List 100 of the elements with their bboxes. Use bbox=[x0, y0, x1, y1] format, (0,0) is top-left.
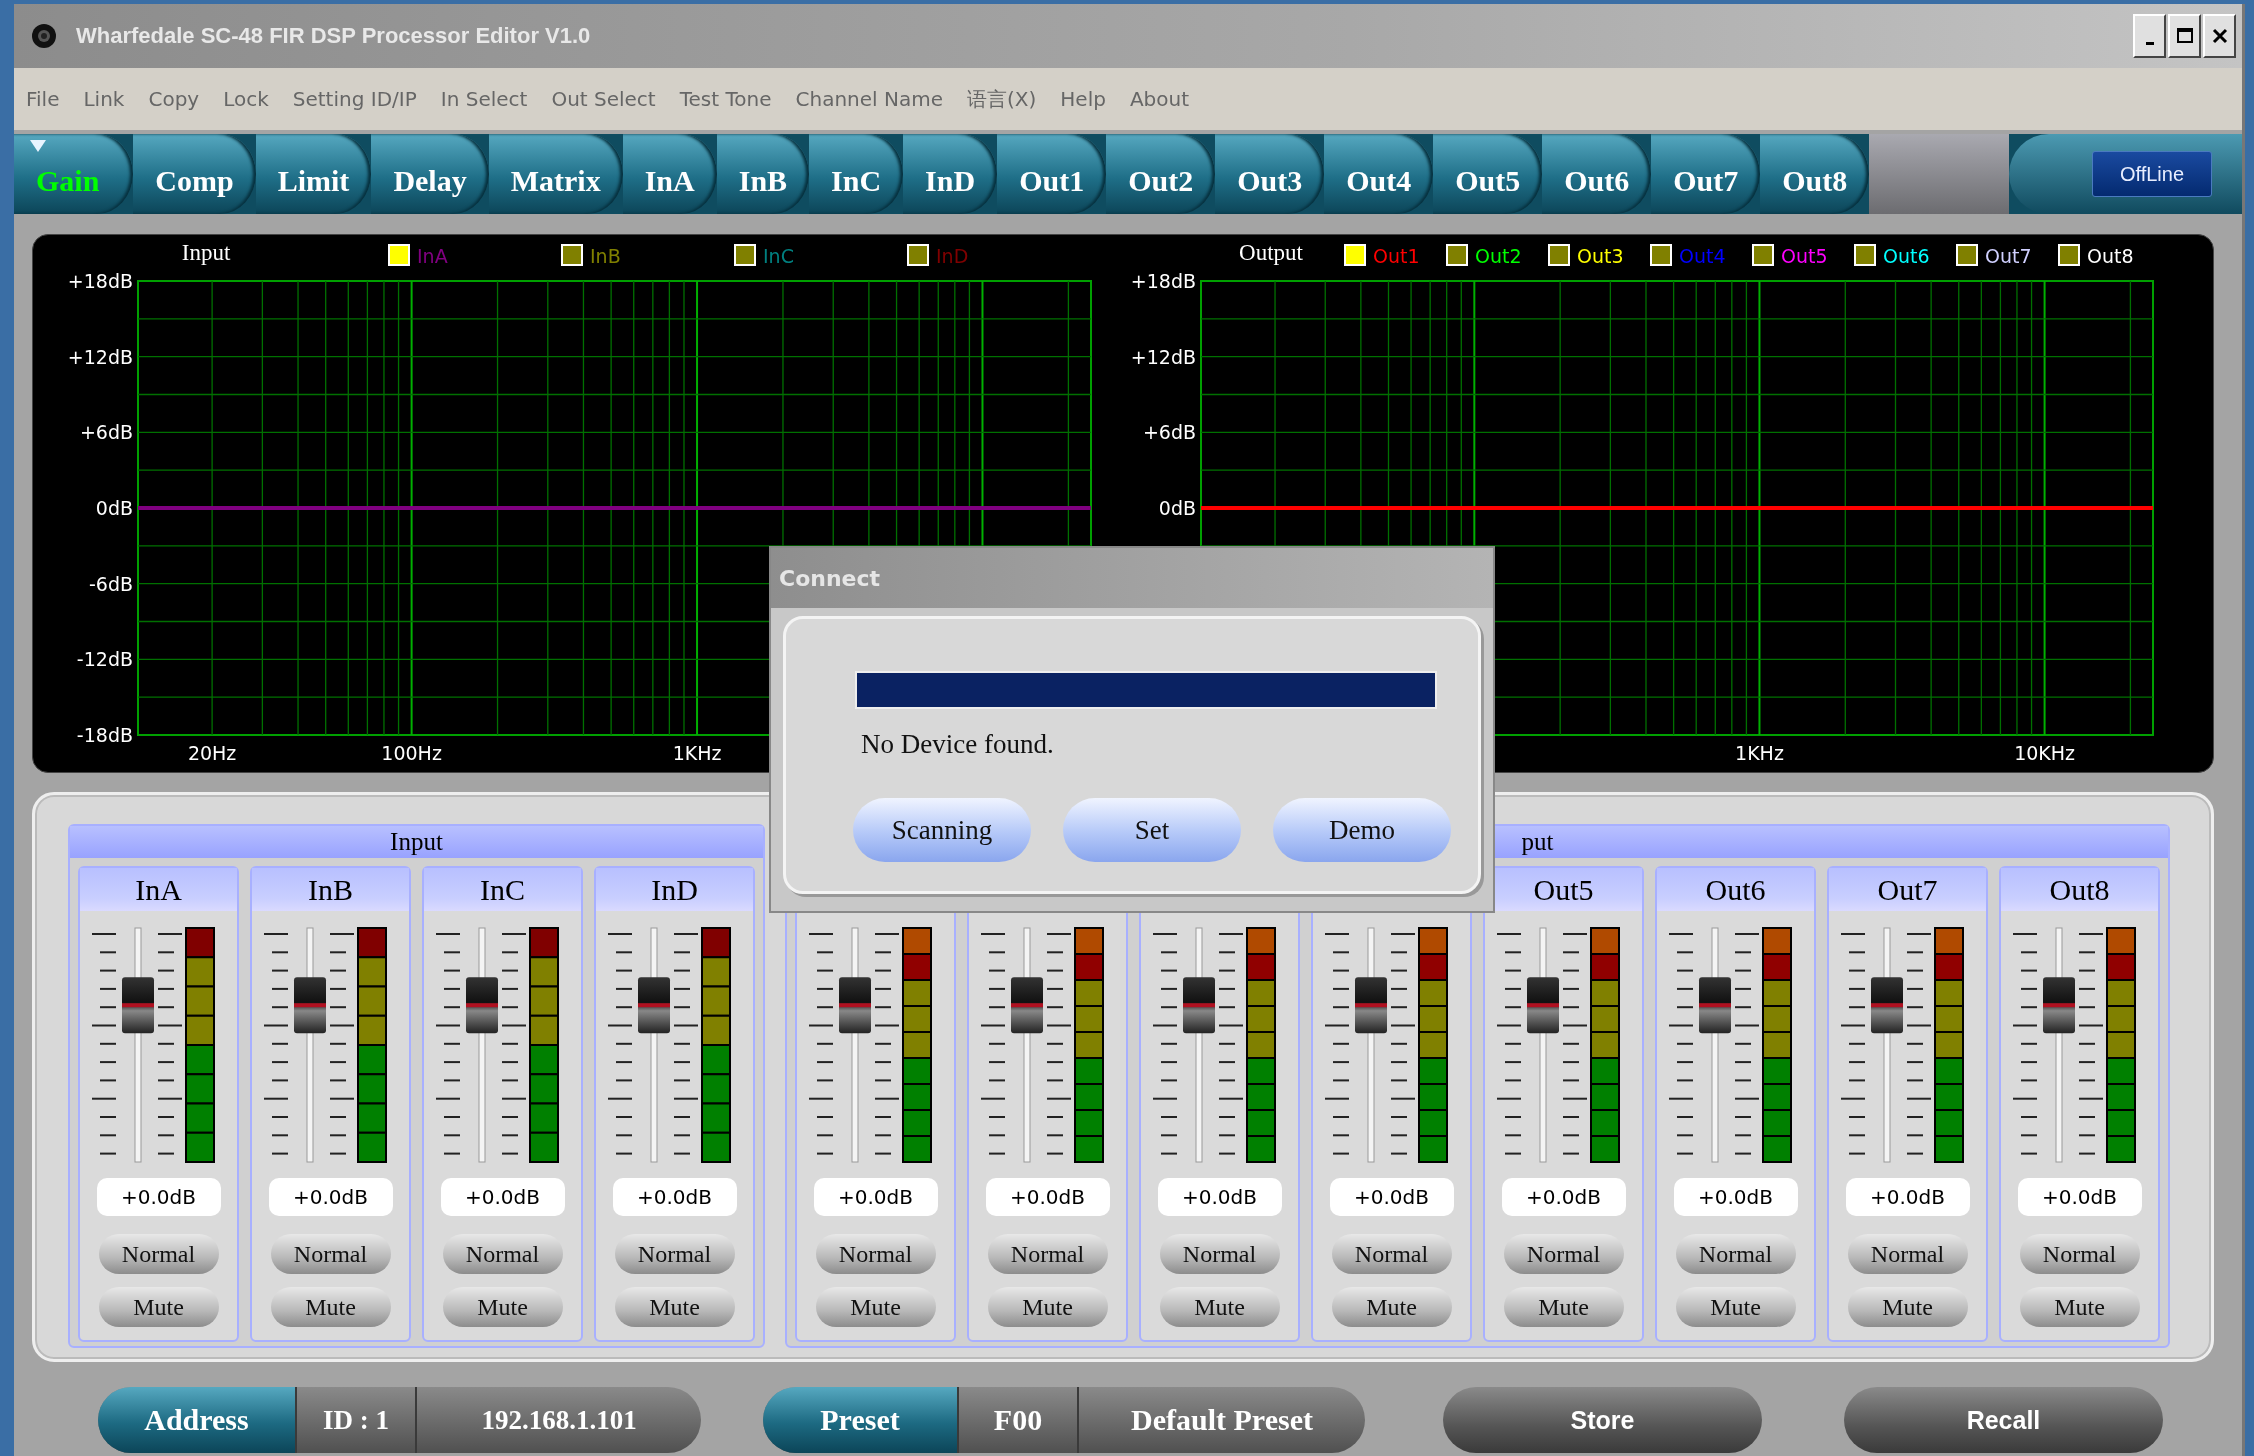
tab[interactable]: Out3 bbox=[1215, 134, 1325, 214]
gain-value-field[interactable]: +0.0dB bbox=[813, 1178, 938, 1216]
fader-track[interactable] bbox=[2043, 927, 2075, 1163]
dialog-button[interactable]: Set bbox=[1063, 798, 1241, 862]
legend-checkbox[interactable] bbox=[1956, 244, 1978, 266]
tab[interactable]: Out7 bbox=[1651, 134, 1761, 214]
tab[interactable]: Out2 bbox=[1106, 134, 1216, 214]
minimize-button[interactable] bbox=[2133, 14, 2166, 58]
fader-track[interactable] bbox=[294, 927, 326, 1163]
mute-button[interactable]: Mute bbox=[1159, 1287, 1280, 1327]
legend-checkbox[interactable] bbox=[1854, 244, 1876, 266]
fader-track[interactable] bbox=[122, 927, 154, 1163]
polarity-button[interactable]: Normal bbox=[987, 1234, 1108, 1274]
fader-thumb[interactable] bbox=[1699, 977, 1731, 1034]
tab[interactable]: Out4 bbox=[1324, 134, 1434, 214]
legend-checkbox[interactable] bbox=[2058, 244, 2080, 266]
gain-value-field[interactable]: +0.0dB bbox=[440, 1178, 565, 1216]
address-button[interactable]: Address bbox=[98, 1387, 295, 1453]
gain-value-field[interactable]: +0.0dB bbox=[1157, 1178, 1282, 1216]
menu-item[interactable]: In Select bbox=[440, 87, 528, 111]
polarity-button[interactable]: Normal bbox=[1503, 1234, 1624, 1274]
dialog-button[interactable]: Scanning bbox=[853, 798, 1031, 862]
menu-item[interactable]: File bbox=[26, 87, 60, 111]
action-button[interactable]: Recall bbox=[1844, 1387, 2163, 1453]
menu-item[interactable]: 语言(X) bbox=[967, 85, 1037, 113]
tab[interactable]: Limit bbox=[255, 134, 372, 214]
polarity-button[interactable]: Normal bbox=[614, 1234, 735, 1274]
mute-button[interactable]: Mute bbox=[987, 1287, 1108, 1327]
menu-item[interactable]: Setting ID/IP bbox=[292, 87, 417, 111]
maximize-button[interactable] bbox=[2168, 14, 2201, 58]
legend-checkbox[interactable] bbox=[388, 244, 410, 266]
menu-item[interactable]: Out Select bbox=[551, 87, 656, 111]
menu-item[interactable]: Lock bbox=[223, 87, 269, 111]
legend-checkbox[interactable] bbox=[1548, 244, 1570, 266]
fader-thumb[interactable] bbox=[1871, 977, 1903, 1034]
action-button[interactable]: Store bbox=[1443, 1387, 1762, 1453]
menu-item[interactable]: About bbox=[1129, 87, 1190, 111]
legend-checkbox[interactable] bbox=[907, 244, 929, 266]
tab[interactable]: Delay bbox=[371, 134, 489, 214]
gain-value-field[interactable]: +0.0dB bbox=[1845, 1178, 1970, 1216]
fader-track[interactable] bbox=[1699, 927, 1731, 1163]
menu-item[interactable]: Link bbox=[83, 87, 125, 111]
polarity-button[interactable]: Normal bbox=[2019, 1234, 2140, 1274]
legend-checkbox[interactable] bbox=[734, 244, 756, 266]
menu-item[interactable]: Help bbox=[1060, 87, 1106, 111]
mute-button[interactable]: Mute bbox=[1847, 1287, 1968, 1327]
tab[interactable]: Out1 bbox=[997, 134, 1107, 214]
polarity-button[interactable]: Normal bbox=[1847, 1234, 1968, 1274]
mute-button[interactable]: Mute bbox=[815, 1287, 936, 1327]
legend-checkbox[interactable] bbox=[1650, 244, 1672, 266]
polarity-button[interactable]: Normal bbox=[815, 1234, 936, 1274]
polarity-button[interactable]: Normal bbox=[1331, 1234, 1452, 1274]
fader-thumb[interactable] bbox=[294, 977, 326, 1034]
legend-checkbox[interactable] bbox=[1446, 244, 1468, 266]
preset-button[interactable]: Preset bbox=[763, 1387, 957, 1453]
gain-value-field[interactable]: +0.0dB bbox=[612, 1178, 737, 1216]
fader-track[interactable] bbox=[1355, 927, 1387, 1163]
mute-button[interactable]: Mute bbox=[1331, 1287, 1452, 1327]
tab[interactable]: Out8 bbox=[1760, 134, 1870, 214]
legend-checkbox[interactable] bbox=[561, 244, 583, 266]
offline-button[interactable]: OffLine bbox=[2092, 151, 2212, 197]
polarity-button[interactable]: Normal bbox=[442, 1234, 563, 1274]
mute-button[interactable]: Mute bbox=[614, 1287, 735, 1327]
polarity-button[interactable]: Normal bbox=[1675, 1234, 1796, 1274]
fader-thumb[interactable] bbox=[1355, 977, 1387, 1034]
polarity-button[interactable]: Normal bbox=[98, 1234, 219, 1274]
gain-value-field[interactable]: +0.0dB bbox=[1329, 1178, 1454, 1216]
fader-thumb[interactable] bbox=[638, 977, 670, 1034]
tab[interactable]: Comp bbox=[133, 134, 256, 214]
legend-checkbox[interactable] bbox=[1344, 244, 1366, 266]
mute-button[interactable]: Mute bbox=[270, 1287, 391, 1327]
legend-checkbox[interactable] bbox=[1752, 244, 1774, 266]
gain-value-field[interactable]: +0.0dB bbox=[985, 1178, 1110, 1216]
gain-value-field[interactable]: +0.0dB bbox=[268, 1178, 393, 1216]
menu-item[interactable]: Channel Name bbox=[795, 87, 943, 111]
mute-button[interactable]: Mute bbox=[98, 1287, 219, 1327]
fader-track[interactable] bbox=[839, 927, 871, 1163]
tab[interactable]: InA bbox=[622, 134, 717, 214]
fader-track[interactable] bbox=[466, 927, 498, 1163]
fader-track[interactable] bbox=[1183, 927, 1215, 1163]
fader-thumb[interactable] bbox=[1011, 977, 1043, 1034]
fader-track[interactable] bbox=[1871, 927, 1903, 1163]
mute-button[interactable]: Mute bbox=[1503, 1287, 1624, 1327]
menu-item[interactable]: Test Tone bbox=[679, 87, 772, 111]
dialog-button[interactable]: Demo bbox=[1273, 798, 1451, 862]
gain-value-field[interactable]: +0.0dB bbox=[1501, 1178, 1626, 1216]
menu-item[interactable]: Copy bbox=[148, 87, 200, 111]
fader-thumb[interactable] bbox=[466, 977, 498, 1034]
tab[interactable]: Gain bbox=[14, 134, 134, 214]
fader-thumb[interactable] bbox=[2043, 977, 2075, 1034]
fader-track[interactable] bbox=[1011, 927, 1043, 1163]
close-button[interactable] bbox=[2203, 14, 2236, 58]
fader-thumb[interactable] bbox=[1527, 977, 1559, 1034]
gain-value-field[interactable]: +0.0dB bbox=[1673, 1178, 1798, 1216]
tab[interactable]: InC bbox=[809, 134, 904, 214]
fader-thumb[interactable] bbox=[839, 977, 871, 1034]
tab[interactable]: Out6 bbox=[1542, 134, 1652, 214]
gain-value-field[interactable]: +0.0dB bbox=[96, 1178, 221, 1216]
mute-button[interactable]: Mute bbox=[442, 1287, 563, 1327]
polarity-button[interactable]: Normal bbox=[270, 1234, 391, 1274]
